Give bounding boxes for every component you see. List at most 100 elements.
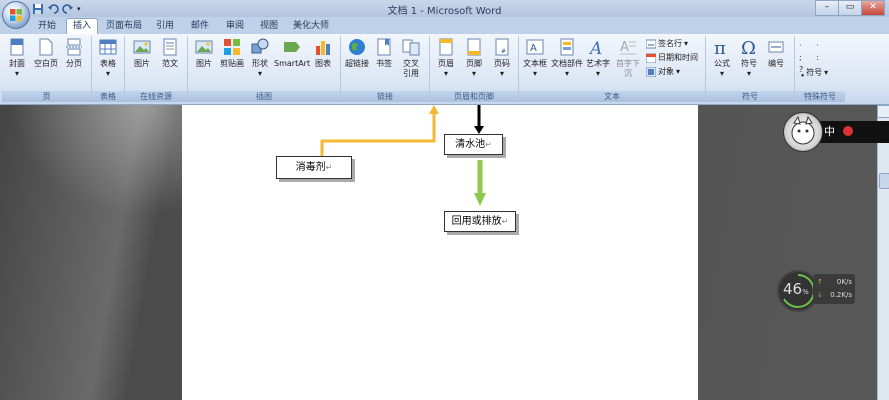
smartart-icon bbox=[284, 42, 300, 52]
textbox-disinfectant-text: 消毒剂 bbox=[295, 162, 326, 173]
network-monitor-widget[interactable]: 46% ↑ 0K/s ↓ 0.2K/s bbox=[777, 270, 855, 312]
usage-percent: 46% bbox=[783, 280, 809, 298]
numbering-button[interactable]: 编号 bbox=[764, 38, 788, 69]
page-number-button[interactable]: # 页码 ▾ bbox=[490, 38, 514, 79]
svg-text:π: π bbox=[714, 38, 726, 56]
drop-cap-button[interactable]: A 首字下沉 bbox=[613, 38, 643, 79]
cover-page-button[interactable]: 封面 ▾ bbox=[6, 38, 28, 79]
group-label-illustrations: 插图 bbox=[188, 91, 340, 102]
shapes-button[interactable]: 形状 ▾ bbox=[249, 38, 271, 79]
office-button[interactable] bbox=[2, 1, 30, 29]
group-label-pages: 页 bbox=[2, 91, 91, 102]
table-button[interactable]: 表格 ▾ bbox=[96, 38, 120, 79]
page-break-button[interactable]: 分页 bbox=[63, 38, 85, 69]
ime-mode-label: 中 bbox=[824, 125, 835, 138]
close-button[interactable]: ✕ bbox=[861, 0, 885, 16]
cover-page-icon bbox=[10, 38, 24, 56]
picture-icon bbox=[133, 40, 151, 54]
quick-parts-button[interactable]: 文档部件 ▾ bbox=[551, 38, 583, 79]
maximize-button[interactable]: ▭ bbox=[838, 0, 862, 16]
clipart-icon bbox=[224, 39, 240, 55]
group-label-tables: 表格 bbox=[92, 91, 124, 102]
network-speed-panel: ↑ 0K/s ↓ 0.2K/s bbox=[813, 274, 855, 304]
blank-page-button[interactable]: 空白页 bbox=[32, 38, 60, 69]
mascot-icon bbox=[791, 115, 815, 145]
upload-speed: 0K/s bbox=[836, 278, 852, 286]
svg-text:A: A bbox=[620, 40, 629, 55]
smartart-button[interactable]: SmartArt bbox=[274, 38, 310, 69]
quick-parts-icon bbox=[560, 38, 574, 56]
bookmark-button[interactable]: 书签 bbox=[373, 38, 395, 69]
minimize-button[interactable]: – bbox=[815, 0, 839, 16]
object-icon bbox=[645, 66, 657, 78]
calendar-icon bbox=[645, 53, 657, 64]
group-illustrations: 图片 剪贴画 形状 ▾ SmartArt 图表 插图 bbox=[188, 36, 341, 102]
header-icon bbox=[439, 38, 453, 56]
tab-beautify[interactable]: 美化大师 bbox=[291, 19, 331, 34]
paragraph-mark: ↵ bbox=[485, 140, 492, 149]
template-icon bbox=[163, 38, 177, 56]
clipart-button[interactable]: 剪贴画 bbox=[218, 38, 246, 69]
equation-button[interactable]: π 公式 ▾ bbox=[710, 38, 734, 79]
document-page[interactable] bbox=[182, 105, 698, 400]
group-label-links: 链接 bbox=[341, 91, 429, 102]
tab-home[interactable]: 开始 bbox=[33, 19, 61, 34]
group-online: 图片 范文 在线资源 bbox=[125, 36, 188, 102]
background-swoosh bbox=[0, 105, 182, 225]
footer-icon bbox=[467, 38, 481, 56]
ime-bar[interactable]: 中 bbox=[816, 121, 889, 143]
ribbon: 封面 ▾ 空白页 分页 页 表格 ▾ 表格 图片 范文 在线资源 图片 剪贴画 … bbox=[0, 34, 889, 105]
textbox-button[interactable]: A 文本框 ▾ bbox=[521, 38, 549, 79]
online-picture-button[interactable]: 图片 bbox=[130, 38, 154, 69]
group-tables: 表格 ▾ 表格 bbox=[92, 36, 125, 102]
moon-icon bbox=[842, 126, 853, 136]
window-title: 文档 1 - Microsoft Word bbox=[387, 6, 502, 17]
group-links: 超链接 书签 交叉 引用 链接 bbox=[341, 36, 430, 102]
chart-button[interactable]: 图表 bbox=[312, 38, 334, 69]
hyperlink-button[interactable]: 超链接 bbox=[343, 38, 371, 69]
scrollbar-thumb[interactable] bbox=[879, 173, 889, 189]
paragraph-mark: ↵ bbox=[325, 163, 333, 172]
wordart-button[interactable]: A 艺术字 ▾ bbox=[584, 38, 612, 79]
drop-cap-icon: A bbox=[620, 40, 636, 55]
cross-reference-button[interactable]: 交叉 引用 bbox=[399, 38, 423, 79]
ime-mascot-avatar bbox=[783, 112, 823, 152]
upload-arrow-icon: ↑ bbox=[817, 278, 823, 286]
bookmark-icon bbox=[377, 38, 391, 56]
textbox-disinfectant[interactable]: 消毒剂↵ bbox=[276, 156, 352, 179]
insert-picture-button[interactable]: 图片 bbox=[192, 38, 216, 69]
tab-review[interactable]: 审阅 bbox=[221, 19, 249, 34]
group-label-symbols: 符号 bbox=[706, 91, 794, 102]
tab-view[interactable]: 视图 bbox=[255, 19, 283, 34]
header-button[interactable]: 页眉 ▾ bbox=[434, 38, 458, 79]
tab-mailings[interactable]: 邮件 bbox=[186, 19, 214, 34]
ribbon-tabs: 开始 插入 页面布局 引用 邮件 审阅 视图 美化大师 bbox=[0, 17, 889, 35]
ribbon-right-edge bbox=[846, 36, 876, 102]
shapes-icon bbox=[251, 38, 269, 54]
template-button[interactable]: 范文 bbox=[158, 38, 182, 69]
globe-icon bbox=[349, 39, 365, 55]
textbox-reuse-text: 回用或排放 bbox=[451, 216, 502, 227]
svg-text:#: # bbox=[501, 48, 506, 55]
download-speed: 0.2K/s bbox=[830, 291, 852, 299]
object-button[interactable]: 对象 ▾ bbox=[645, 66, 680, 78]
svg-text:Ω: Ω bbox=[741, 38, 756, 56]
textbox-clear-water-text: 清水池 bbox=[455, 139, 486, 150]
symbol-button[interactable]: Ω 符号 ▾ bbox=[737, 38, 761, 79]
group-label-special: 特殊符号 bbox=[795, 91, 845, 102]
group-symbols: π 公式 ▾ Ω 符号 ▾ 编号 符号 bbox=[706, 36, 795, 102]
tab-references[interactable]: 引用 bbox=[151, 19, 179, 34]
textbox-reuse[interactable]: 回用或排放↵ bbox=[444, 211, 516, 232]
special-symbol-button[interactable]: ❟ 符号 ▾ bbox=[801, 67, 828, 79]
group-label-header-footer: 页眉和页脚 bbox=[430, 91, 518, 102]
signature-line-button[interactable]: 签名行 ▾ bbox=[645, 38, 688, 50]
footer-button[interactable]: 页脚 ▾ bbox=[462, 38, 486, 79]
tab-page-layout[interactable]: 页面布局 bbox=[104, 19, 144, 34]
page-break-icon bbox=[66, 38, 82, 56]
ime-widget[interactable]: 中 bbox=[783, 112, 889, 152]
tab-insert[interactable]: 插入 bbox=[66, 18, 98, 35]
date-time-button[interactable]: 日期和时间 bbox=[645, 52, 698, 64]
signature-icon bbox=[645, 39, 657, 49]
group-text: A 文本框 ▾ 文档部件 ▾ A 艺术字 ▾ A 首字下沉 签名行 ▾ 日期和时间 对象… bbox=[519, 36, 706, 102]
textbox-clear-water[interactable]: 清水池↵ bbox=[444, 134, 503, 155]
